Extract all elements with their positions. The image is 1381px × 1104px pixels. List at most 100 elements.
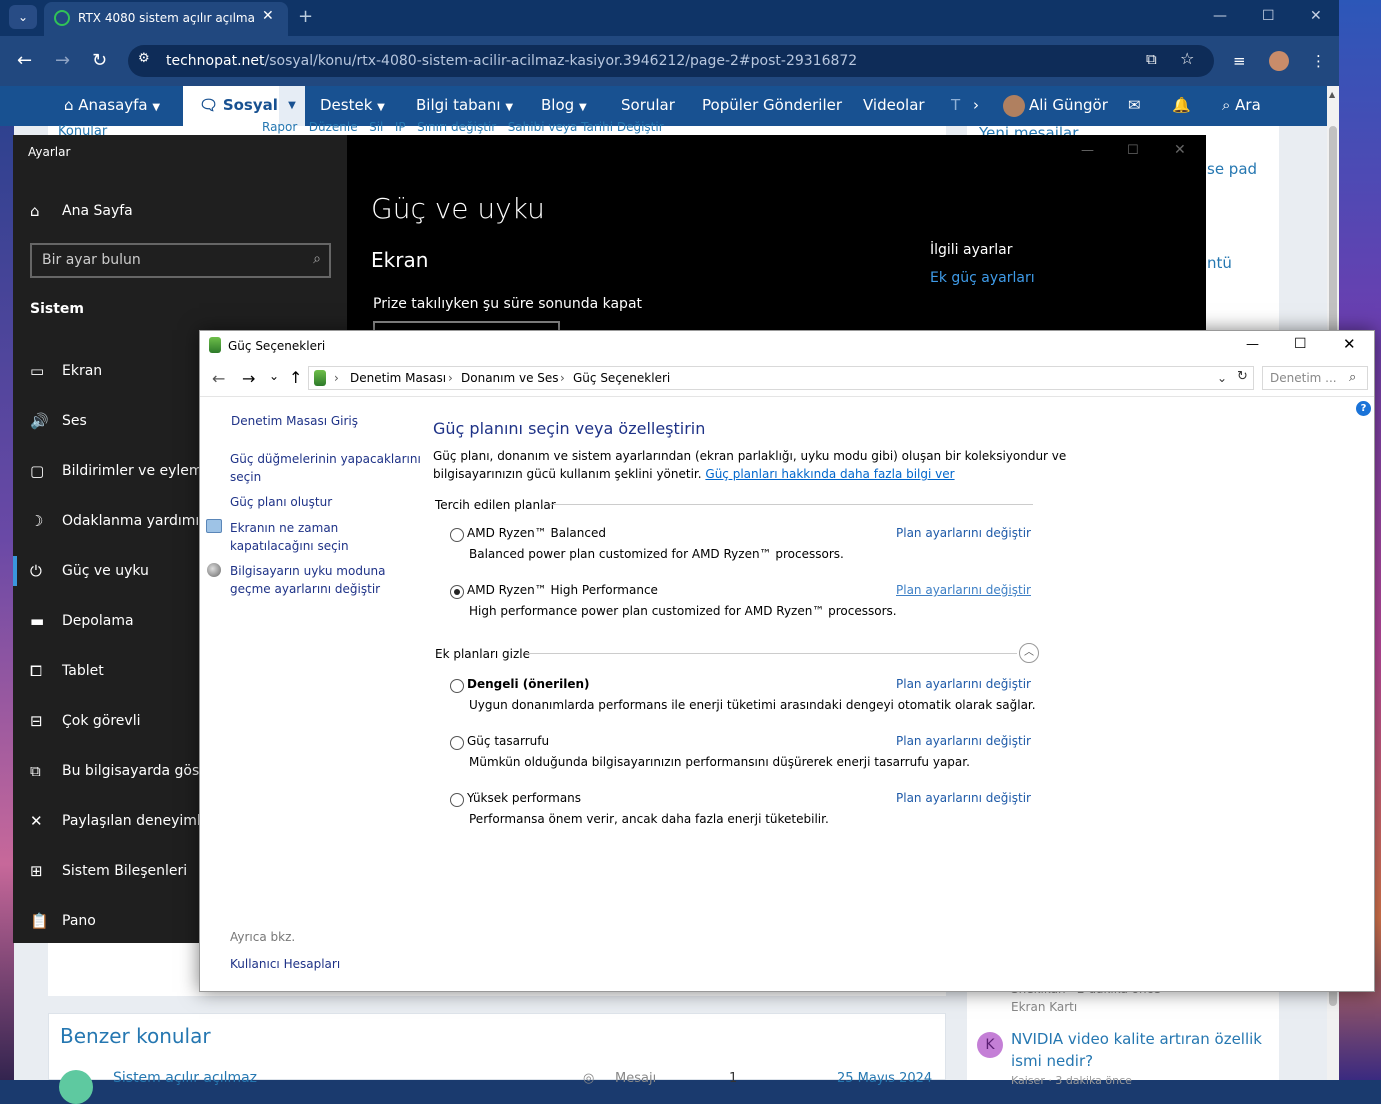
collapse-chevron-up-icon[interactable]: ︿: [1019, 643, 1039, 663]
cp-recent-icon[interactable]: ⌄: [269, 369, 279, 383]
project-icon: ⧉: [30, 762, 41, 780]
battery-icon: [209, 337, 221, 353]
close-window-icon[interactable]: ✕: [1310, 8, 1322, 24]
browser-tab-active[interactable]: RTX 4080 sistem açılır açılmaz k ✕: [44, 2, 288, 36]
back-arrow-icon[interactable]: ←: [17, 50, 32, 71]
plan-desc: High performance power plan customized f…: [469, 604, 897, 618]
post-actions[interactable]: Rapor Düzenle Sil IP Sınırı değiştir Sah…: [262, 120, 664, 134]
sidebar-link-snippet[interactable]: se pad: [1207, 160, 1257, 178]
link-create-plan[interactable]: Güç planı oluştur: [230, 493, 332, 511]
crumb-denetim[interactable]: Denetim Masası: [350, 371, 446, 385]
crumb-sep: ›: [448, 371, 453, 385]
sidebar-thread-title-2[interactable]: ismi nedir?: [1011, 1052, 1093, 1070]
new-tab-button[interactable]: +: [298, 6, 313, 27]
power-icon: ⏻: [30, 562, 42, 580]
thread-date[interactable]: 25 Mayıs 2024: [837, 1071, 932, 1086]
reading-list-icon[interactable]: ≡: [1233, 52, 1246, 70]
reload-icon[interactable]: ↻: [92, 50, 107, 71]
crumb-guc[interactable]: Güç Seçenekleri: [573, 371, 670, 385]
cp-refresh-icon[interactable]: ↻: [1237, 369, 1248, 384]
profile-avatar[interactable]: [1269, 51, 1289, 71]
page-title: Güç ve uyku: [371, 192, 545, 225]
cp-breadcrumb-bar[interactable]: › Denetim Masası › Donanım ve Ses › Güç …: [308, 366, 1254, 390]
cp-search-input[interactable]: Denetim ... ⌕: [1262, 366, 1368, 390]
plugged-in-label: Prize takılıyken şu süre sonunda kapat: [373, 296, 643, 312]
link-cp-home[interactable]: Denetim Masası Giriş: [231, 412, 358, 430]
settings-title: Ayarlar: [28, 145, 71, 159]
crumb-sep: ›: [334, 371, 339, 385]
nav-blog[interactable]: Blog ▼: [541, 96, 587, 114]
thread-title[interactable]: Sistem açılır açılmaz: [113, 1070, 257, 1086]
additional-power-settings-link[interactable]: Ek güç ayarları: [930, 270, 1035, 286]
home-icon: ⌂: [30, 202, 40, 220]
settings-close-icon[interactable]: ✕: [1174, 142, 1186, 158]
notification-icon: ▢: [30, 462, 45, 480]
radio-guc-tasarrufu[interactable]: [450, 736, 464, 750]
radio-dengeli[interactable]: [450, 679, 464, 693]
multitask-icon: ⊟: [30, 712, 43, 730]
chat-icon: 🗨: [199, 96, 219, 114]
cp-address-dropdown-icon[interactable]: ⌄: [1217, 371, 1227, 385]
address-bar[interactable]: ⚙ technopat.net/sosyal/konu/rtx-4080-sis…: [128, 45, 1214, 77]
tab-title: RTX 4080 sistem açılır açılmaz k: [78, 11, 254, 25]
bookmark-star-icon[interactable]: ☆: [1180, 49, 1194, 68]
nav-bilgi[interactable]: Bilgi tabanı ▼: [416, 96, 513, 114]
help-icon[interactable]: ?: [1356, 401, 1371, 416]
radio-amd-balanced[interactable]: [450, 528, 464, 542]
change-plan-link[interactable]: Plan ayarlarını değiştir: [896, 734, 1031, 748]
nav-videolar[interactable]: Videolar: [863, 96, 925, 114]
cp-back-icon[interactable]: ←: [212, 369, 225, 388]
nav-sorular[interactable]: Sorular: [621, 96, 675, 114]
user-name[interactable]: Ali Güngör: [1029, 96, 1108, 114]
url-path: /sosyal/konu/rtx-4080-sistem-acilir-acil…: [264, 53, 858, 69]
settings-minimize-icon[interactable]: —: [1081, 143, 1094, 158]
sleep-icon: [207, 563, 221, 577]
display-icon: [206, 519, 222, 533]
change-plan-link[interactable]: Plan ayarlarını değiştir: [896, 526, 1031, 540]
change-plan-link[interactable]: Plan ayarlarını değiştir: [896, 583, 1031, 597]
learn-more-link[interactable]: Güç planları hakkında daha fazla bilgi v…: [705, 467, 954, 481]
link-display-off[interactable]: Ekranın ne zaman kapatılacağını seçin: [230, 519, 349, 555]
user-avatar[interactable]: [1003, 95, 1025, 117]
cp-maximize-icon[interactable]: ☐: [1294, 336, 1307, 352]
nav-truncated[interactable]: T: [951, 96, 960, 114]
maximize-icon[interactable]: ☐: [1262, 8, 1275, 24]
thread-avatar[interactable]: [59, 1070, 93, 1104]
search-button[interactable]: ⌕ Ara: [1222, 96, 1261, 114]
scroll-up-icon[interactable]: ▲: [1329, 90, 1335, 99]
minimize-icon[interactable]: —: [1213, 8, 1227, 24]
forward-arrow-icon[interactable]: →: [55, 50, 70, 71]
change-plan-link[interactable]: Plan ayarlarını değiştir: [896, 791, 1031, 805]
link-sleep-settings[interactable]: Bilgisayarın uyku moduna geçme ayarlarını…: [230, 562, 386, 598]
close-tab-icon[interactable]: ✕: [262, 8, 274, 24]
bell-icon[interactable]: 🔔: [1172, 96, 1191, 114]
browser-tabstrip: ⌄ RTX 4080 sistem açılır açılmaz k ✕ + —…: [0, 0, 1339, 36]
settings-maximize-icon[interactable]: ☐: [1127, 143, 1139, 158]
cp-minimize-icon[interactable]: —: [1246, 337, 1259, 352]
cp-up-icon[interactable]: ↑: [289, 368, 302, 387]
radio-yuksek-performans[interactable]: [450, 793, 464, 807]
link-power-buttons[interactable]: Güç düğmelerinin yapacaklarını seçin: [230, 450, 421, 486]
sidebar-link-snippet-2[interactable]: ntü: [1207, 254, 1232, 272]
install-app-icon[interactable]: ⧉: [1146, 50, 1157, 68]
site-info-icon[interactable]: ⚙: [138, 51, 150, 66]
nav-home[interactable]: ⌂ Anasayfa ▼: [64, 96, 160, 114]
tab-search-button[interactable]: ⌄: [9, 5, 37, 29]
radio-amd-high-performance[interactable]: [450, 585, 464, 599]
sidebar-thread-title[interactable]: NVIDIA video kalite artıran özellik: [1011, 1030, 1262, 1048]
cp-forward-icon[interactable]: →: [242, 369, 255, 388]
link-user-accounts[interactable]: Kullanıcı Hesapları: [230, 955, 340, 973]
nav-scroll-right-icon[interactable]: ›: [973, 96, 979, 114]
sidebar-category[interactable]: Ekran Kartı: [1011, 1000, 1077, 1014]
crumb-donanim[interactable]: Donanım ve Ses: [461, 371, 559, 385]
cp-path-icon: [314, 370, 326, 386]
mail-icon[interactable]: ✉: [1128, 96, 1141, 114]
change-plan-link[interactable]: Plan ayarlarını değiştir: [896, 677, 1031, 691]
nav-populer[interactable]: Popüler Gönderiler: [702, 96, 842, 114]
site-navigation: ⌂ Anasayfa ▼ 🗨 Sosyal ▼ Destek ▼ Bilgi ta…: [0, 86, 1339, 126]
browser-menu-icon[interactable]: ⋮: [1311, 52, 1326, 70]
cp-close-icon[interactable]: ✕: [1343, 335, 1356, 353]
nav-destek[interactable]: Destek ▼: [320, 96, 385, 114]
settings-search-input[interactable]: Bir ayar bulun ⌕: [30, 243, 331, 278]
sidebar-avatar[interactable]: K: [977, 1032, 1003, 1058]
